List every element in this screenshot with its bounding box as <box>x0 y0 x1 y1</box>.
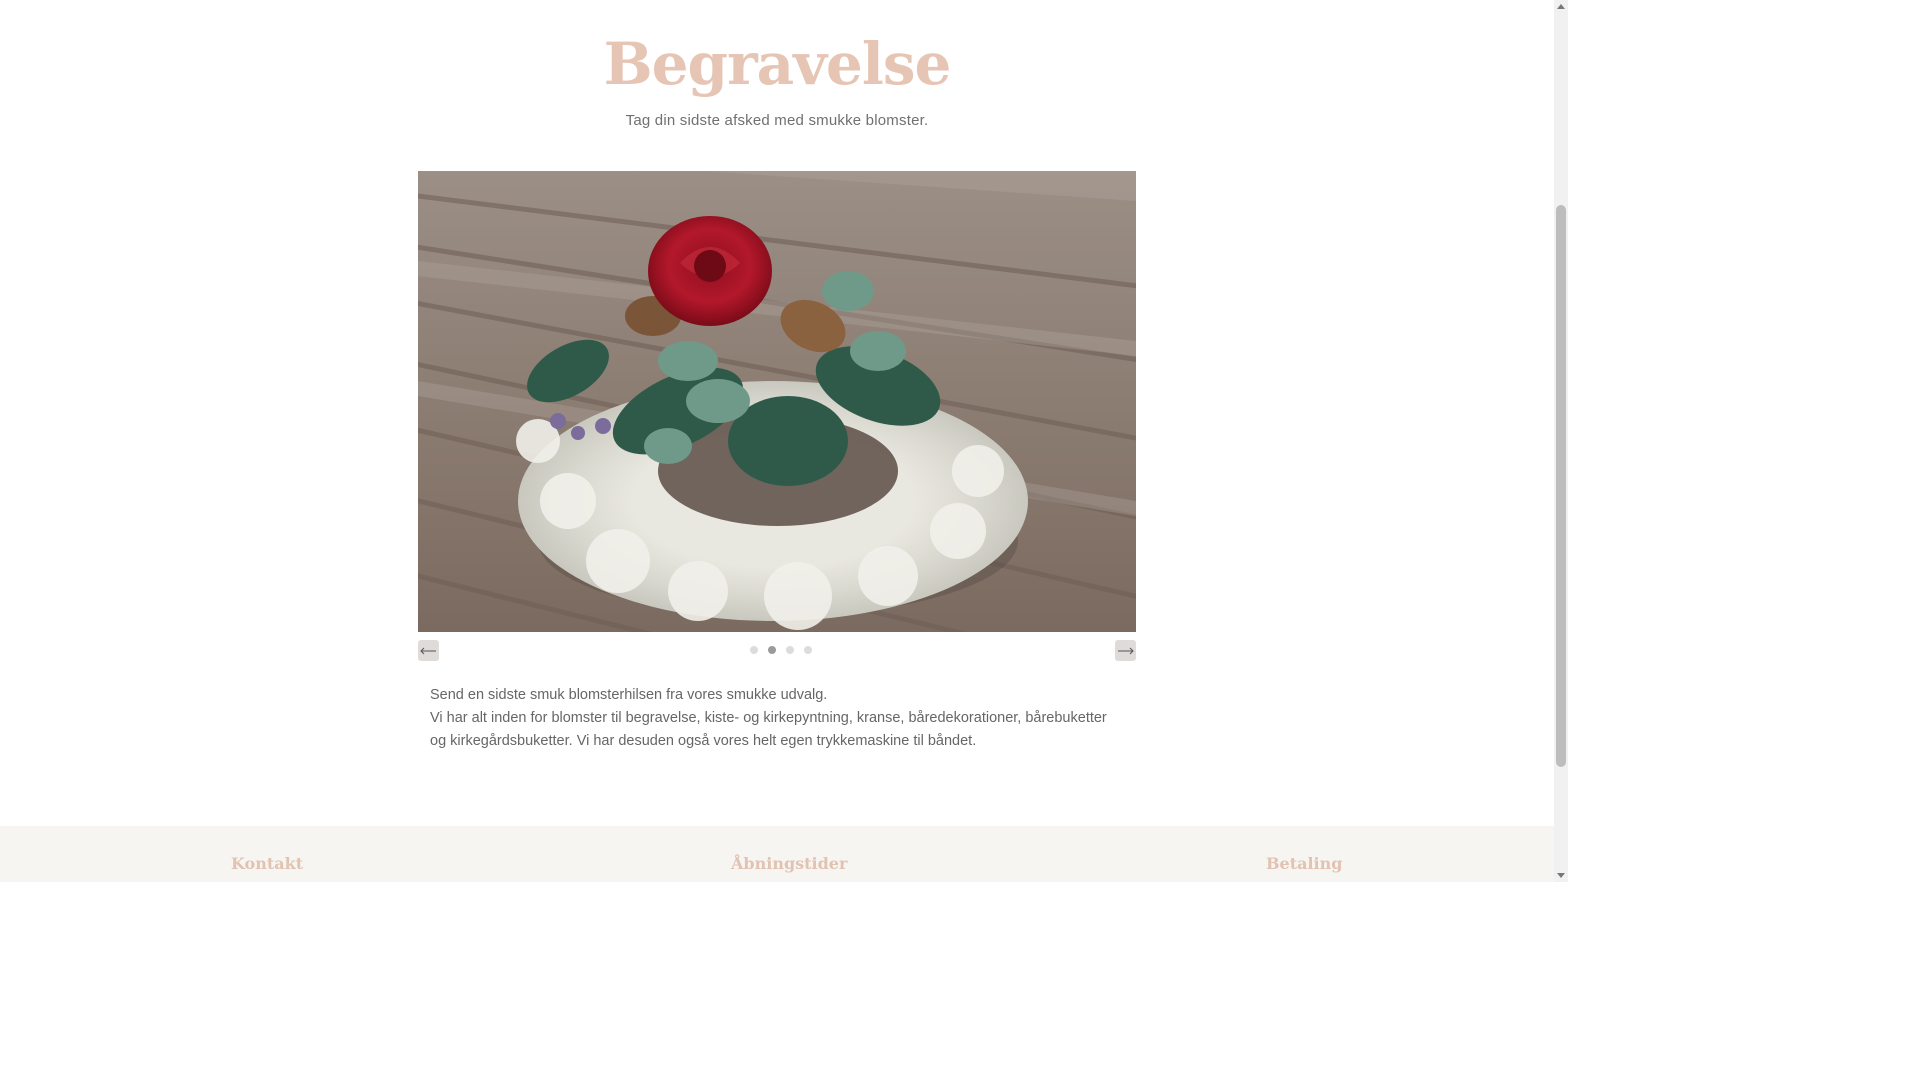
slider-dots <box>750 646 812 654</box>
page: Begravelse Tag din sidste afsked med smu… <box>0 0 1554 882</box>
scroll-down-icon[interactable] <box>1557 873 1565 878</box>
footer-heading-betaling: Betaling <box>1266 854 1343 873</box>
vertical-scrollbar[interactable] <box>1554 0 1568 882</box>
slider-dot[interactable] <box>804 646 812 654</box>
footer: Kontakt Åbningstider Betaling <box>0 826 1554 882</box>
scroll-up-icon[interactable] <box>1557 4 1565 9</box>
arrow-left-icon <box>420 647 436 654</box>
image-slider[interactable] <box>418 171 1136 632</box>
arrow-right-icon <box>1118 647 1134 654</box>
slider-prev-button[interactable] <box>418 640 439 661</box>
footer-heading-kontakt: Kontakt <box>231 854 304 873</box>
footer-heading-abningstider: Åbningstider <box>731 854 848 873</box>
description-line-2: Vi har alt inden for blomster til begrav… <box>430 710 1107 749</box>
slider-dot[interactable] <box>750 646 758 654</box>
page-subtitle: Tag din sidste afsked med smukke blomste… <box>625 112 929 129</box>
description-line-1: Send en sidste smuk blomsterhilsen fra v… <box>430 687 828 703</box>
scrollbar-thumb[interactable] <box>1556 205 1566 767</box>
wreath-photo <box>418 171 1136 632</box>
slider-dot[interactable] <box>786 646 794 654</box>
page-title: Begravelse <box>603 30 952 98</box>
slider-dot-active[interactable] <box>768 646 776 654</box>
slider-next-button[interactable] <box>1115 640 1136 661</box>
description-text: Send en sidste smuk blomsterhilsen fra v… <box>430 684 1120 753</box>
